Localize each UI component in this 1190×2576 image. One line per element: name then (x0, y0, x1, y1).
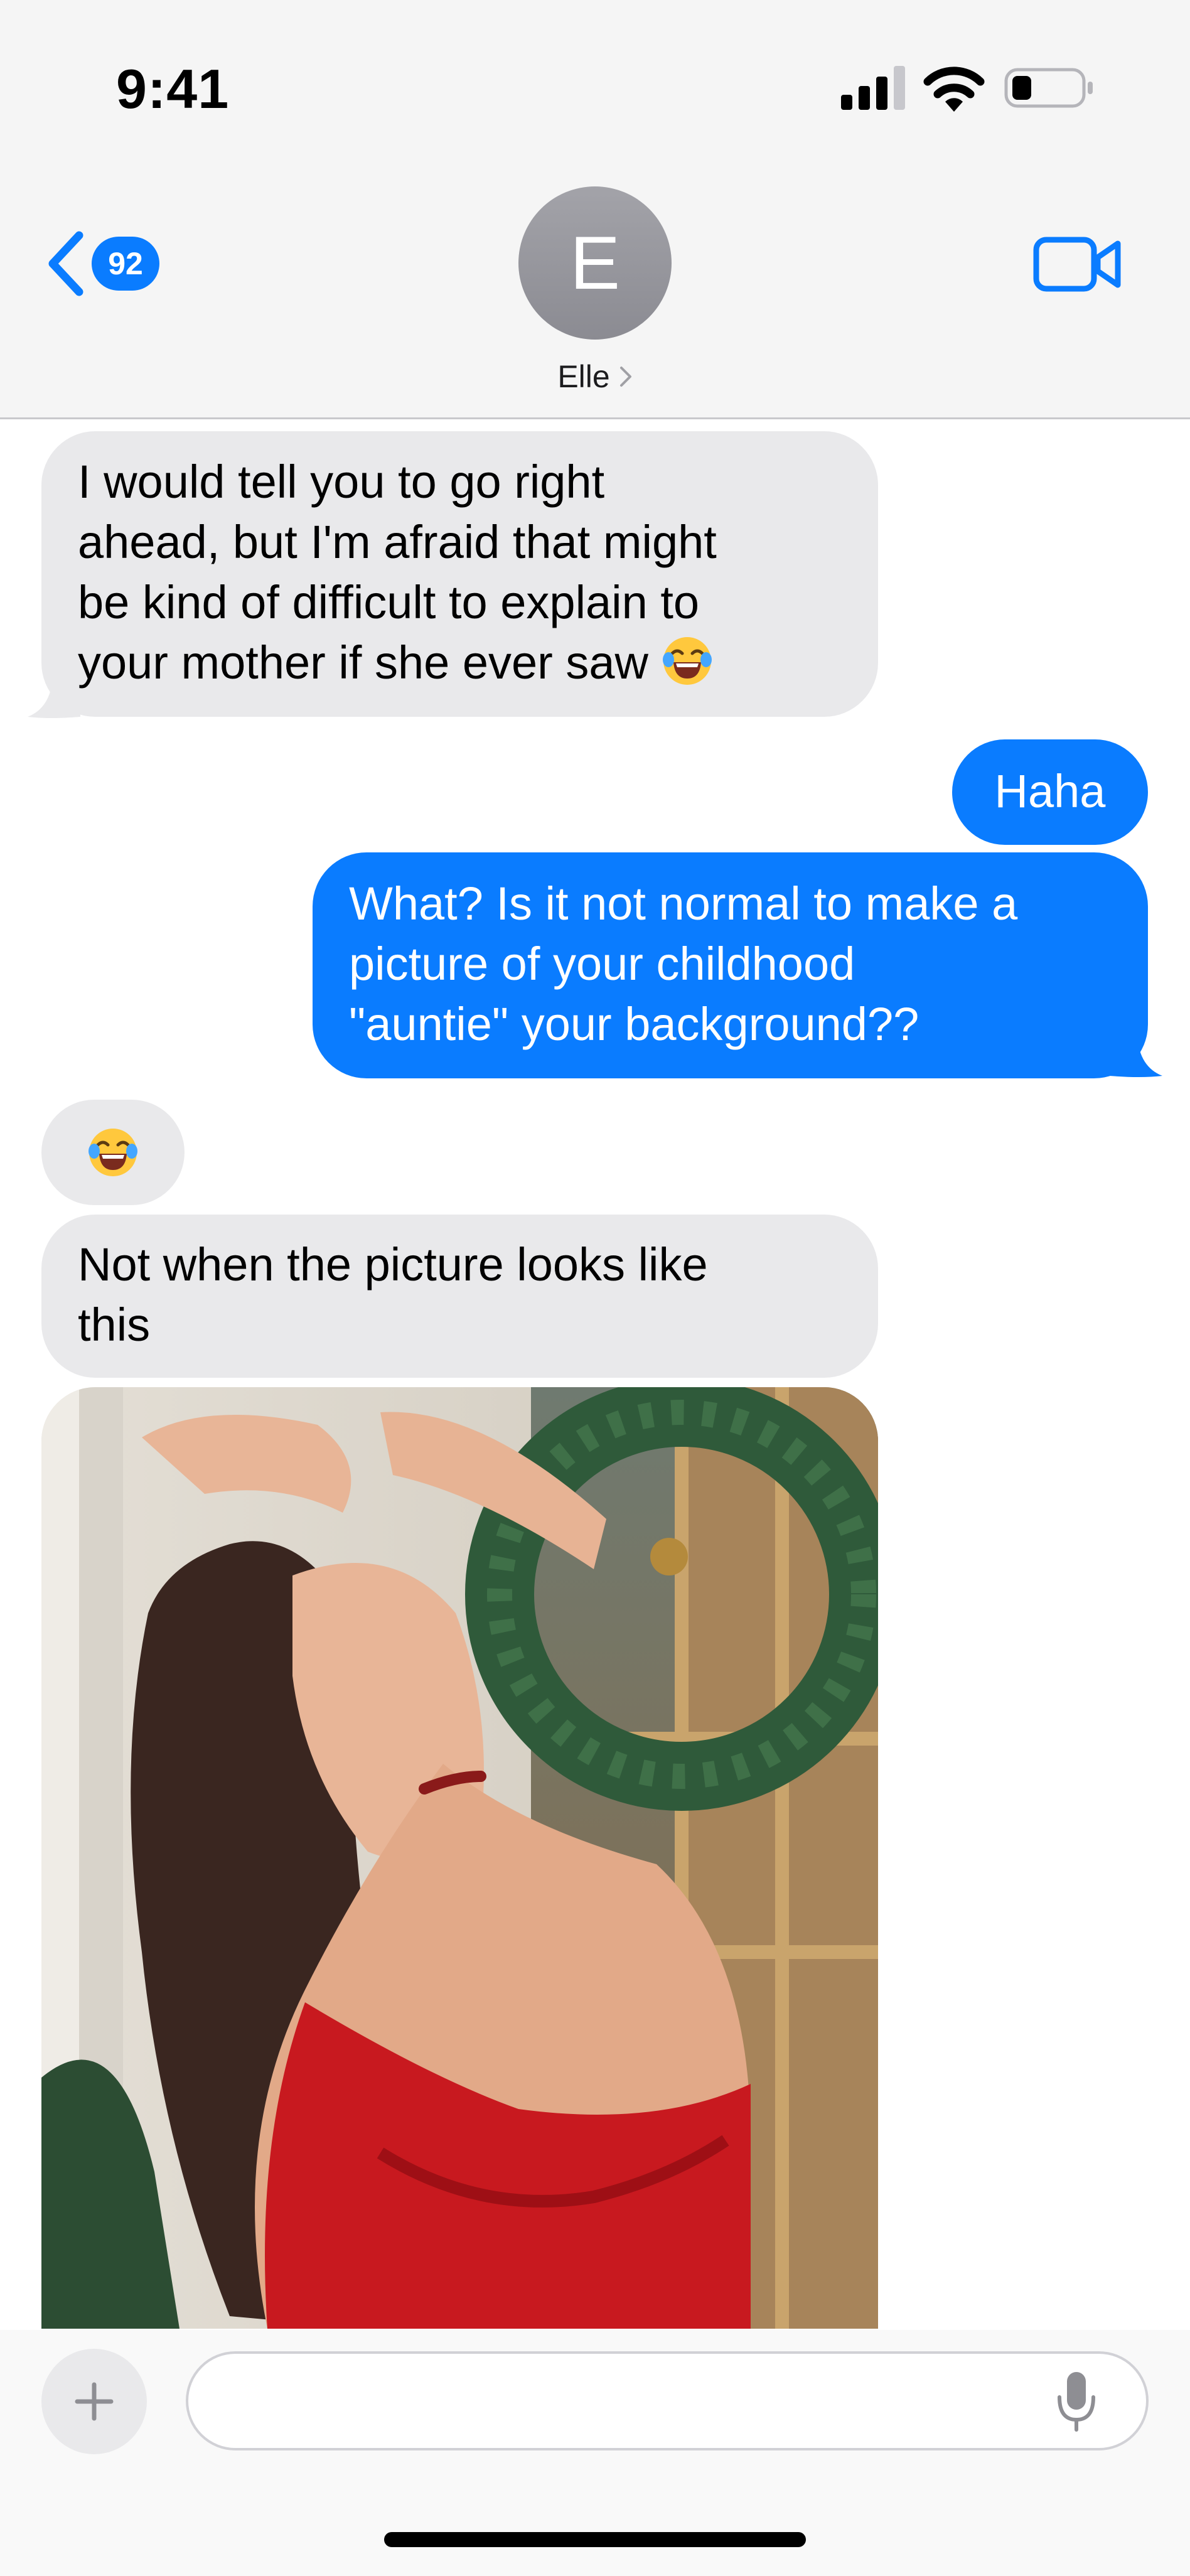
contact-details-link[interactable]: Elle (532, 355, 658, 399)
laughing-tears-emoji (88, 1129, 137, 1176)
video-camera-icon[interactable] (1032, 232, 1123, 295)
wifi-icon (923, 67, 985, 112)
message-line: picture of your childhood (349, 938, 855, 990)
back-button[interactable]: 92 (44, 226, 176, 301)
message-text: Haha (994, 765, 1106, 817)
add-attachment-button[interactable] (41, 2349, 147, 2454)
microphone-icon[interactable] (1054, 2369, 1098, 2432)
contact-name: Elle (557, 359, 610, 394)
message-bubble-incoming[interactable] (41, 1100, 185, 1205)
message-bubble-outgoing[interactable]: Haha (952, 739, 1148, 845)
message-line: be kind of difficult to explain to (78, 576, 700, 628)
cellular-signal-icon (841, 66, 905, 110)
chevron-right-icon (619, 367, 631, 387)
message-input[interactable] (186, 2351, 1149, 2450)
laughing-tears-emoji (663, 637, 712, 685)
message-line: Not when the picture looks like (78, 1238, 708, 1291)
battery-icon (1004, 68, 1093, 108)
message-line: ahead, but I'm afraid that might (78, 516, 717, 568)
message-line: "auntie" your background?? (349, 998, 919, 1050)
message-bubble-incoming[interactable]: I would tell you to go right ahead, but … (41, 431, 878, 717)
plus-icon (75, 2382, 114, 2421)
message-line: this (78, 1299, 151, 1351)
chevron-left-icon (48, 231, 83, 296)
home-indicator[interactable] (384, 2532, 806, 2547)
message-line: What? Is it not normal to make a (349, 877, 1018, 930)
unread-count-badge: 92 (92, 237, 159, 291)
message-line: your mother if she ever saw (78, 636, 648, 689)
status-time: 9:41 (116, 58, 230, 120)
navigation-header: 9:41 92 E Elle (0, 0, 1190, 419)
image-attachment[interactable] (41, 1387, 878, 2329)
message-line: I would tell you to go right (78, 456, 605, 508)
photo-image (41, 1387, 878, 2329)
message-bubble-incoming[interactable]: Not when the picture looks like this (41, 1215, 878, 1378)
message-bubble-outgoing[interactable]: What? Is it not normal to make a picture… (313, 852, 1148, 1078)
contact-avatar[interactable]: E (518, 186, 672, 340)
